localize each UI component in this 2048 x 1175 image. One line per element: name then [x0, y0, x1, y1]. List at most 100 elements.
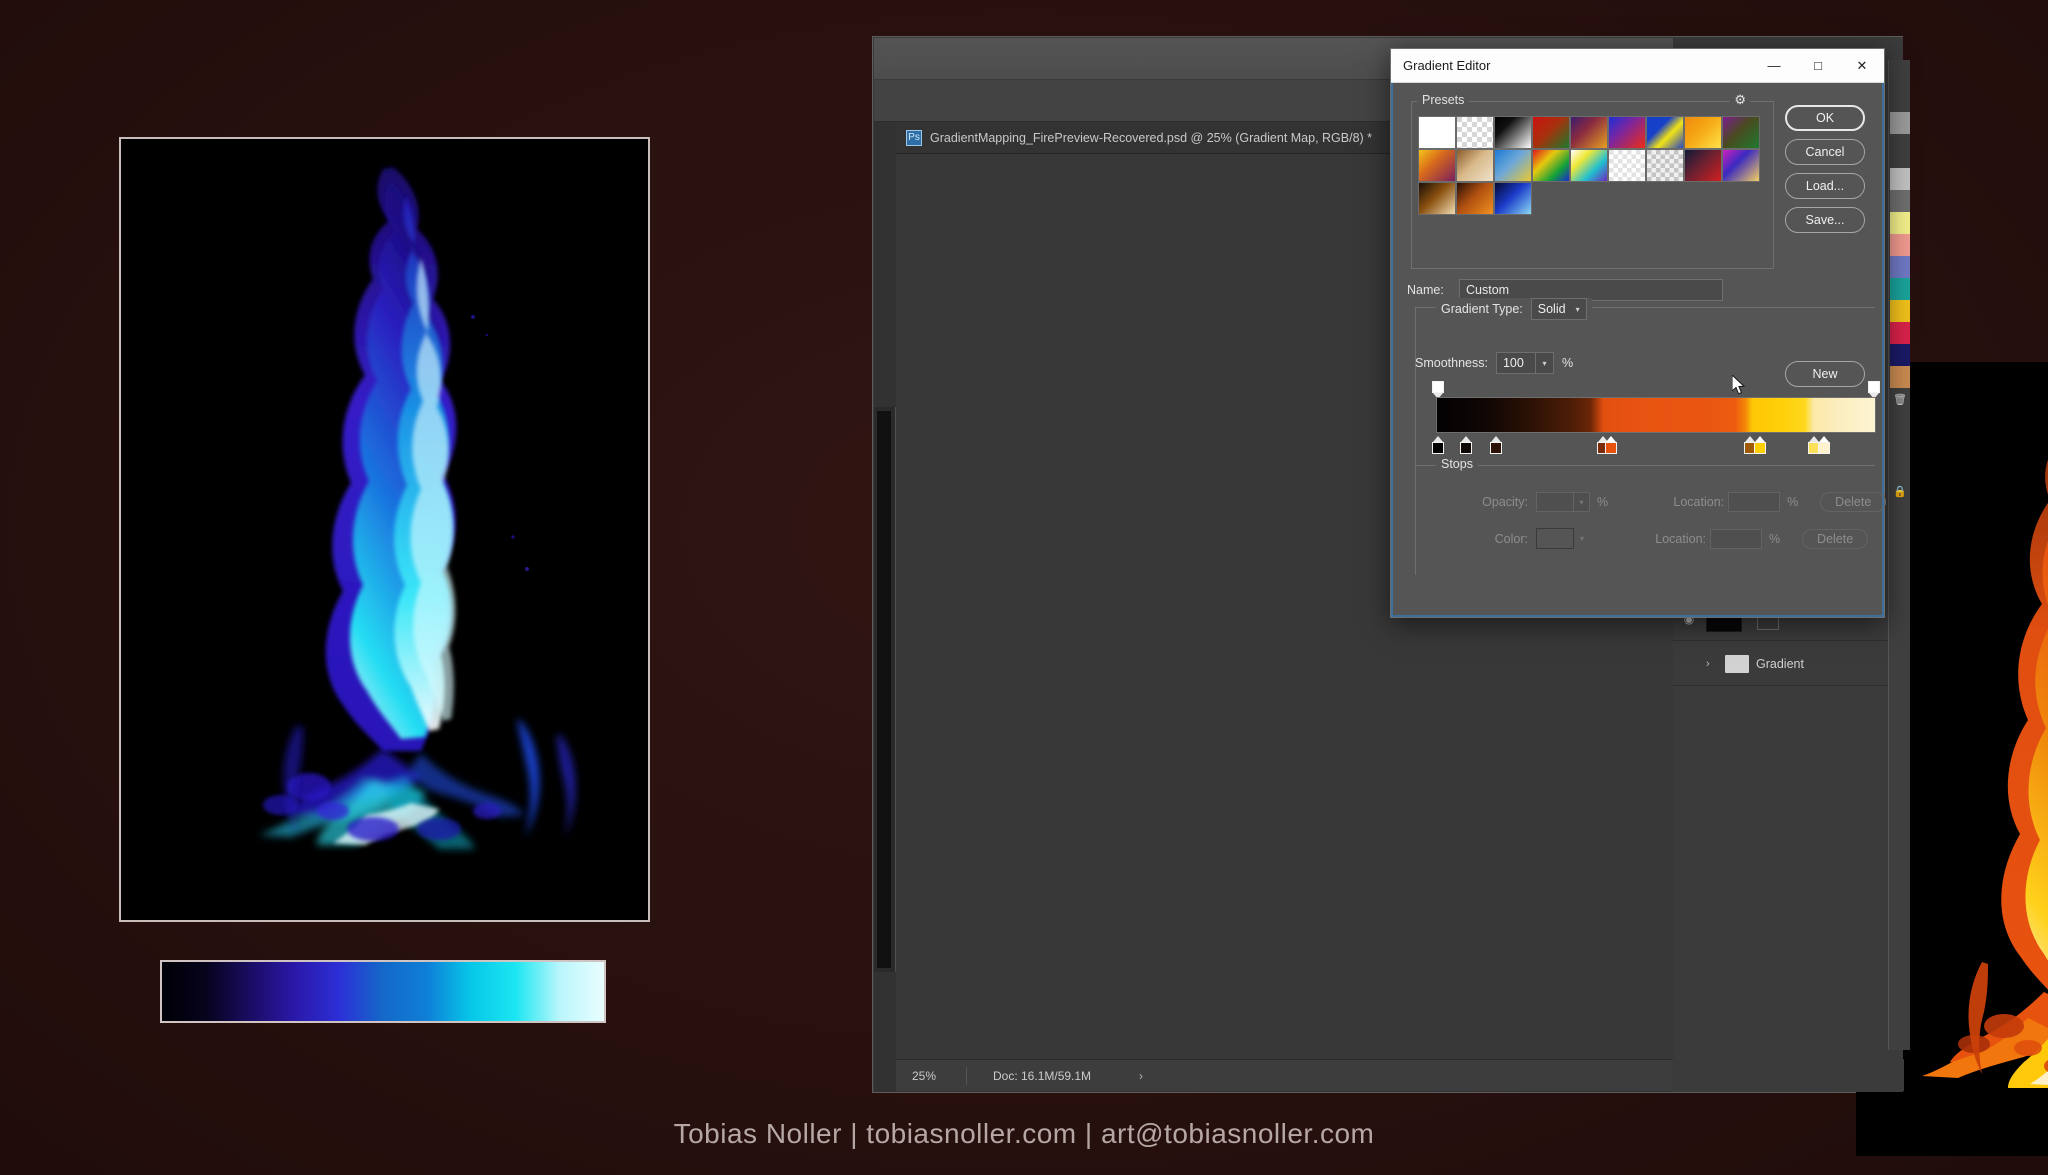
preset-row — [1418, 149, 1768, 182]
doc-size-info: Doc: 16.1M/59.1M — [993, 1068, 1092, 1083]
preset-swatch[interactable] — [1532, 116, 1570, 149]
footer-credit: Tobias Noller | tobiasnoller.com | art@t… — [673, 1118, 1375, 1149]
eye-icon[interactable] — [1679, 654, 1699, 674]
blue-gradient-swatch — [160, 960, 606, 1023]
preset-swatch[interactable] — [1722, 116, 1760, 149]
color-stop-marker[interactable] — [1432, 436, 1444, 454]
preset-swatch[interactable] — [1418, 149, 1456, 182]
preset-swatch[interactable] — [1646, 116, 1684, 149]
blue-flame-preview-image — [119, 137, 650, 922]
color-stop-marker[interactable] — [1490, 436, 1502, 454]
gradient-type-label: Gradient Type: — [1441, 302, 1523, 316]
dialog-titlebar[interactable]: Gradient Editor — □ ✕ — [1391, 49, 1884, 83]
presets-list[interactable] — [1418, 116, 1768, 264]
zoom-level[interactable]: 25% — [896, 1069, 966, 1083]
opacity-stop-row: Opacity: ▾ % Location: % Delete — [1432, 492, 1887, 512]
blue-gradient-swatch-fill — [162, 962, 604, 1021]
color-stop-marker[interactable] — [1818, 436, 1830, 454]
smoothness-stepper[interactable]: 100 ▾ — [1495, 352, 1554, 374]
folder-icon — [1725, 654, 1749, 673]
swatch-9[interactable] — [1890, 344, 1910, 366]
preset-swatch[interactable] — [1684, 149, 1722, 182]
preset-swatch[interactable] — [1494, 149, 1532, 182]
preset-swatch[interactable] — [1456, 149, 1494, 182]
color-stop-row: Color: ▾ Location: % Delete — [1432, 528, 1869, 549]
color-stop-marker[interactable] — [1460, 436, 1472, 454]
presets-box[interactable] — [1411, 101, 1774, 269]
preset-swatch[interactable] — [1684, 116, 1722, 149]
document-tab-title: GradientMapping_FirePreview-Recovered.ps… — [930, 130, 1373, 145]
swatch-3[interactable] — [1890, 212, 1910, 234]
swatch-2[interactable] — [1890, 190, 1910, 212]
smoothness-unit: % — [1561, 356, 1574, 370]
opacity-stop-marker[interactable] — [1432, 381, 1444, 399]
swatch-10[interactable] — [1890, 366, 1910, 388]
stops-group: Stops Opacity: ▾ % Location: % Delete Co… — [1415, 457, 1887, 573]
minimize-icon[interactable]: — — [1752, 49, 1796, 83]
color-stop-marker[interactable] — [1605, 436, 1617, 454]
smoothness-row: Smoothness: 100 ▾ % — [1415, 352, 1573, 374]
tools-panel[interactable] — [874, 407, 896, 972]
opacity-delete-button: Delete — [1820, 492, 1887, 512]
preset-swatch[interactable] — [1456, 116, 1494, 149]
swatch-0[interactable] — [1890, 112, 1910, 134]
gradient-type-value: Solid — [1537, 302, 1566, 316]
load-button[interactable]: Load... — [1785, 173, 1865, 199]
preset-swatch[interactable] — [1646, 149, 1684, 182]
trash-icon[interactable]: 🗑 — [1890, 388, 1910, 410]
preset-row — [1418, 116, 1768, 149]
opacity-location-label: Location: — [1673, 495, 1725, 509]
color-stop-marker[interactable] — [1754, 436, 1766, 454]
chevron-down-icon[interactable]: ▾ — [1535, 352, 1554, 374]
preset-swatch[interactable] — [1532, 149, 1570, 182]
layer-row[interactable]: › Gradient — [1673, 642, 1903, 686]
swatch-8[interactable] — [1890, 322, 1910, 344]
gear-icon[interactable]: ⚙ — [1730, 92, 1750, 108]
swatch-7[interactable] — [1890, 300, 1910, 322]
layers-panel[interactable]: ◉ › Gradient — [1673, 597, 1903, 897]
preset-swatch[interactable] — [1494, 116, 1532, 149]
close-icon[interactable]: ✕ — [1840, 49, 1884, 83]
color-swatches-strip[interactable]: 🗑 🔒 — [1888, 60, 1910, 1050]
preset-swatch[interactable] — [1570, 116, 1608, 149]
preset-swatch[interactable] — [1608, 116, 1646, 149]
chevron-right-icon[interactable]: › — [1706, 658, 1718, 670]
ok-button[interactable]: OK — [1785, 105, 1865, 131]
gradient-bar-editor[interactable] — [1432, 381, 1880, 461]
gradient-editor-dialog[interactable]: Gradient Editor — □ ✕ Presets ⚙ OK Cance… — [1390, 48, 1887, 618]
preset-swatch[interactable] — [1456, 182, 1494, 215]
chevron-down-icon: ▾ — [1579, 534, 1584, 543]
psd-file-icon: Ps — [906, 129, 922, 146]
swatch-6[interactable] — [1890, 278, 1910, 300]
color-location-unit: % — [1769, 531, 1781, 546]
swatch-5[interactable] — [1890, 256, 1910, 278]
gradient-type-select[interactable]: Solid ▾ — [1530, 298, 1587, 320]
color-location-input — [1710, 528, 1762, 549]
preset-swatch[interactable] — [1722, 149, 1760, 182]
smoothness-label: Smoothness: — [1415, 356, 1488, 370]
preset-swatch[interactable] — [1418, 116, 1456, 149]
swatch-1[interactable] — [1890, 168, 1910, 190]
opacity-location-input — [1728, 492, 1781, 512]
dialog-title: Gradient Editor — [1403, 58, 1491, 73]
status-expand-arrow-icon[interactable]: › — [1091, 1069, 1143, 1083]
chevron-down-icon: ▾ — [1575, 304, 1580, 314]
color-label: Color: — [1494, 531, 1528, 546]
cancel-button[interactable]: Cancel — [1785, 139, 1865, 165]
lock-icon[interactable]: 🔒 — [1890, 480, 1910, 502]
preset-swatch[interactable] — [1494, 182, 1532, 215]
opacity-unit: % — [1597, 495, 1609, 509]
save-button[interactable]: Save... — [1785, 207, 1865, 233]
preset-swatch[interactable] — [1608, 149, 1646, 182]
preset-swatch[interactable] — [1418, 182, 1456, 215]
tools-panel-inner — [877, 411, 891, 968]
swatch-4[interactable] — [1890, 234, 1910, 256]
mouse-cursor — [1731, 373, 1746, 395]
preset-swatch[interactable] — [1570, 149, 1608, 182]
opacity-input — [1536, 492, 1574, 512]
gradient-preview-bar[interactable] — [1436, 397, 1876, 433]
opacity-stop-marker[interactable] — [1868, 381, 1880, 399]
smoothness-input[interactable]: 100 — [1495, 352, 1536, 374]
maximize-icon[interactable]: □ — [1796, 49, 1840, 83]
name-label: Name: — [1407, 283, 1444, 297]
